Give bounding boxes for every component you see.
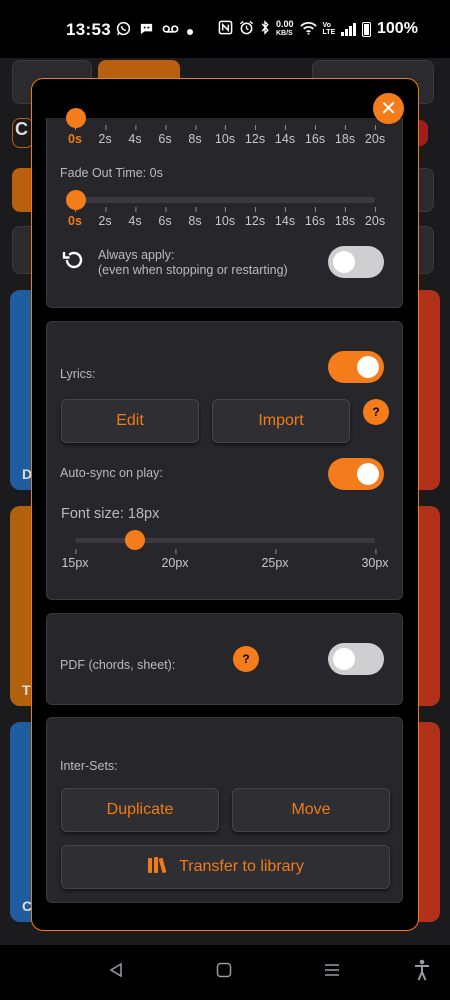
close-button[interactable]: ✕ <box>373 93 404 124</box>
notification-icons <box>116 21 193 39</box>
transfer-label: Transfer to library <box>179 858 304 875</box>
tick-label: 8s <box>188 125 202 146</box>
tick-label: 25px <box>261 549 289 570</box>
status-bar: 13:53 0.00 KB/S Vo LTE 100% <box>0 0 450 58</box>
tick-label: 18s <box>334 207 356 228</box>
pdf-toggle[interactable] <box>328 643 384 675</box>
tick-label: 30px <box>361 549 389 570</box>
library-books-icon <box>147 855 169 880</box>
tick-label: 16s <box>304 207 326 228</box>
pdf-card: PDF (chords, sheet): ? <box>46 613 403 705</box>
clock: 13:53 <box>66 20 111 39</box>
tick-label: 18s <box>334 125 356 146</box>
voicemail-icon <box>162 23 179 38</box>
battery-percent: 100% <box>377 20 418 37</box>
tick-label: 2s <box>98 207 112 228</box>
tick-label: 6s <box>158 207 172 228</box>
tick-label: 4s <box>128 207 142 228</box>
intersets-card: Inter-Sets: Duplicate Move Transfer to l… <box>46 717 403 903</box>
lyrics-toggle[interactable] <box>328 351 384 383</box>
fade-out-label: Fade Out Time: 0s <box>60 166 163 180</box>
font-size-label: Font size: 18px <box>61 506 160 522</box>
tick-label: 4s <box>128 125 142 146</box>
wifi-icon <box>299 21 317 38</box>
move-button[interactable]: Move <box>232 788 390 832</box>
net-speed-unit: KB/S <box>276 30 293 37</box>
whatsapp-icon <box>116 21 131 39</box>
duplicate-button[interactable]: Duplicate <box>61 788 219 832</box>
bg-tile-letter: T <box>22 682 31 698</box>
battery-icon <box>362 21 372 37</box>
pdf-help-button[interactable]: ? <box>233 646 259 672</box>
tick-label: 16s <box>304 125 326 146</box>
tick-label: 12s <box>244 207 266 228</box>
edit-lyrics-button[interactable]: Edit <box>61 399 199 443</box>
back-icon[interactable] <box>108 962 124 983</box>
lyrics-help-button[interactable]: ? <box>363 399 389 425</box>
tick-label: 2s <box>98 125 112 146</box>
lyrics-card: Lyrics: Edit Import ? Auto-sync on play:… <box>46 321 403 600</box>
restart-icon <box>61 248 85 277</box>
recents-icon[interactable] <box>324 962 340 983</box>
autosync-toggle[interactable] <box>328 458 384 490</box>
tick-label: 14s <box>274 207 296 228</box>
accessibility-icon[interactable] <box>414 959 430 986</box>
tick-label: 12s <box>244 125 266 146</box>
intersets-label: Inter-Sets: <box>60 759 118 773</box>
font-size-slider-thumb[interactable] <box>125 530 145 550</box>
net-speed-value: 0.00 <box>276 19 294 29</box>
autosync-label: Auto-sync on play: <box>60 466 163 480</box>
fade-out-slider-track[interactable] <box>75 197 375 203</box>
tick-label: 20s <box>364 125 386 146</box>
tick-label: 0s <box>68 125 82 146</box>
alarm-icon <box>239 20 254 38</box>
transfer-to-library-button[interactable]: Transfer to library <box>61 845 390 889</box>
import-lyrics-button[interactable]: Import <box>212 399 350 443</box>
nfc-icon <box>218 20 233 38</box>
tick-label: 20px <box>161 549 189 570</box>
tick-label: 14s <box>274 125 296 146</box>
tick-label: 0s <box>68 207 82 228</box>
tick-label: 10s <box>214 125 236 146</box>
bluetooth-icon <box>260 20 270 38</box>
tick-label: 10s <box>214 207 236 228</box>
home-icon[interactable] <box>216 962 232 983</box>
always-apply-toggle[interactable] <box>328 246 384 278</box>
font-size-slider-track[interactable] <box>75 538 375 543</box>
system-icons: 0.00 KB/S Vo LTE <box>218 20 372 38</box>
system-nav-bar <box>0 945 450 1000</box>
fade-in-slider-thumb[interactable] <box>66 108 86 128</box>
always-apply-label: Always apply: <box>98 248 175 262</box>
pdf-label: PDF (chords, sheet): <box>60 658 176 672</box>
tick-label: 20s <box>364 207 386 228</box>
tick-label: 15px <box>61 549 89 570</box>
fade-settings-card: 0s 2s 4s 6s 8s 10s 12s 14s 16s 18s 20s Fade Out Ti… <box>46 108 403 308</box>
always-apply-sublabel: (even when stopping or restarting) <box>98 263 288 277</box>
net-speed: 0.00 KB/S <box>276 20 294 38</box>
tick-label: 8s <box>188 207 202 228</box>
lyrics-label: Lyrics: <box>60 367 96 381</box>
tick-label: 6s <box>158 125 172 146</box>
dot-icon <box>187 23 193 38</box>
close-icon: ✕ <box>380 98 397 120</box>
volte-label: Vo LTE <box>322 22 336 36</box>
chat-bubble-icon <box>139 21 154 39</box>
signal-icon <box>341 22 357 36</box>
fade-out-slider-thumb[interactable] <box>66 190 86 210</box>
